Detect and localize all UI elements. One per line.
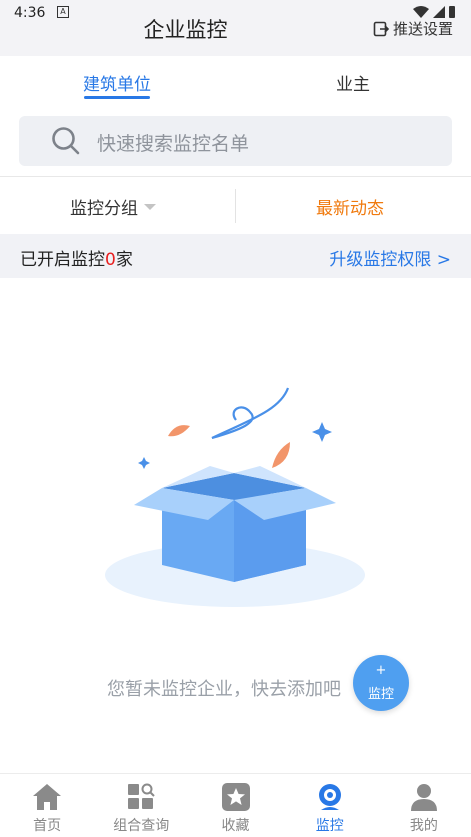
monitor-count-text: 已开启监控0家 [20, 245, 133, 270]
status-bar: 4:36 A 企业监控 推送设置 [0, 0, 471, 56]
signal-icon [433, 6, 445, 18]
wifi-icon [413, 6, 429, 18]
nav-label-monitor: 监控 [315, 818, 344, 834]
search-icon [52, 127, 80, 155]
tab-bar: 建筑单位 业主 [0, 56, 471, 104]
tab-owner[interactable]: 业主 [318, 70, 388, 95]
nav-label-home: 首页 [33, 818, 62, 834]
add-monitor-button[interactable]: + 监控 [353, 655, 409, 711]
nav-combined-query[interactable]: 组合查询 [94, 774, 188, 837]
person-icon [410, 784, 437, 811]
page-title: 企业监控 [143, 18, 228, 42]
exit-icon [373, 21, 389, 36]
nav-monitor[interactable]: 监控 [283, 774, 377, 837]
monitor-info-bar: 已开启监控0家 升级监控权限 > [0, 234, 471, 278]
monitor-count: 0 [105, 250, 116, 270]
monitor-group-label: 监控分组 [70, 199, 138, 219]
search-input[interactable]: 快速搜索监控名单 [19, 116, 452, 166]
tab-construction-unit[interactable]: 建筑单位 [80, 70, 154, 95]
caret-down-icon [144, 203, 156, 210]
upgrade-permission-link[interactable]: 升级监控权限 > [329, 245, 451, 270]
empty-box-illustration [105, 387, 365, 607]
filter-divider [235, 189, 236, 223]
nav-mine[interactable]: 我的 [377, 774, 471, 837]
active-tab-indicator [84, 96, 150, 99]
camera-icon [318, 784, 341, 810]
monitor-count-prefix: 已开启监控 [20, 250, 105, 270]
monitor-group-dropdown[interactable]: 监控分组 [70, 194, 156, 219]
monitor-count-suffix: 家 [115, 250, 133, 270]
empty-state-message: 您暂未监控企业，快去添加吧 [107, 679, 341, 700]
nav-home[interactable]: 首页 [0, 774, 94, 837]
battery-icon [449, 6, 455, 18]
star-icon [221, 783, 250, 811]
nav-label-favorites: 收藏 [221, 818, 250, 834]
search-placeholder: 快速搜索监控名单 [97, 133, 250, 155]
filter-bar: 监控分组 最新动态 [0, 176, 471, 234]
nav-favorites[interactable]: 收藏 [188, 774, 282, 837]
home-icon [33, 784, 62, 810]
nav-label-combined-query: 组合查询 [113, 818, 170, 834]
add-monitor-label: 监控 [367, 687, 394, 702]
nav-label-mine: 我的 [409, 818, 438, 834]
grid-search-icon [128, 783, 156, 809]
bottom-nav: 首页 组合查询 收藏 监控 我的 [0, 773, 471, 837]
latest-news-button[interactable]: 最新动态 [316, 194, 384, 219]
push-settings-button[interactable]: 推送设置 [373, 18, 453, 39]
plus-icon: + [375, 663, 387, 678]
push-settings-label: 推送设置 [392, 20, 453, 38]
